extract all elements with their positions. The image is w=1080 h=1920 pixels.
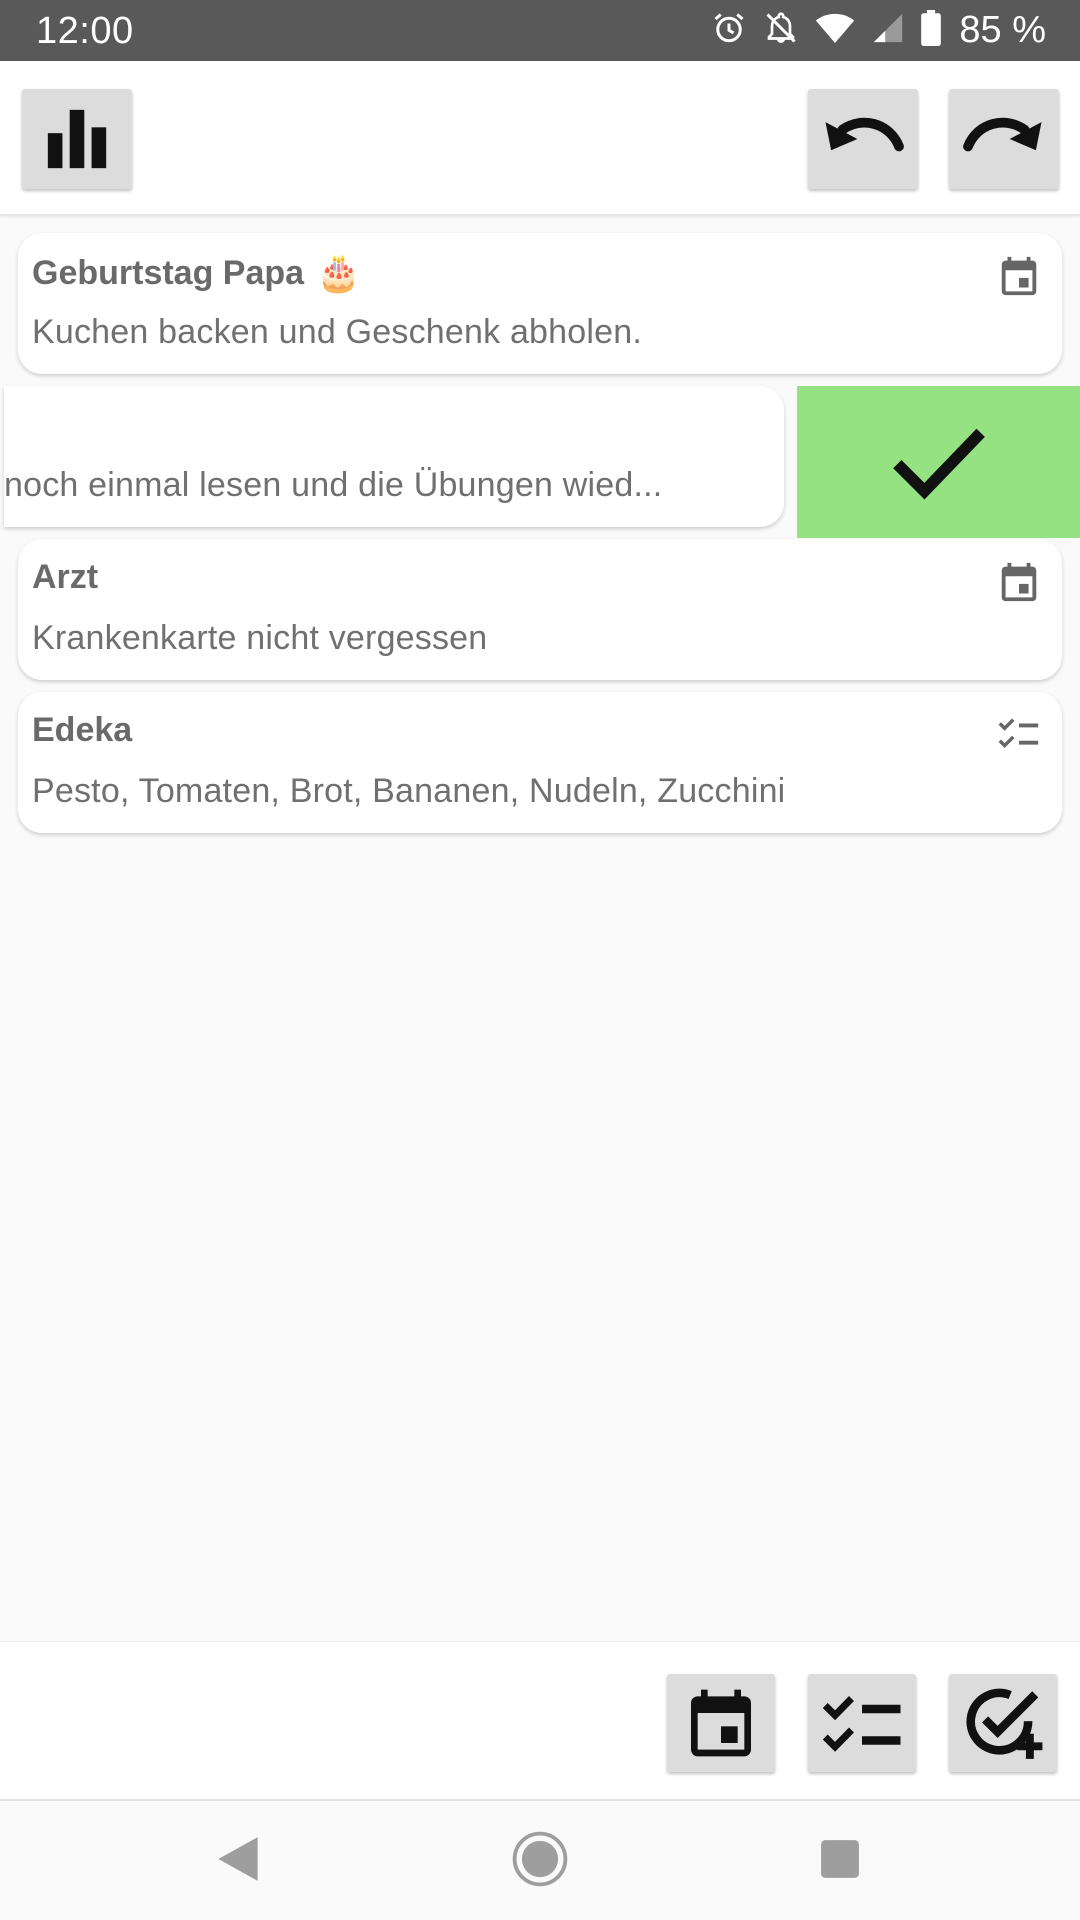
status-bar: 12:00 85 % — [0, 0, 1080, 61]
task-title: Geburtstag Papa 🎂 — [32, 252, 361, 293]
alarm-icon — [711, 10, 747, 51]
status-time: 12:00 — [36, 10, 134, 52]
battery-icon — [921, 9, 942, 51]
wifi-icon — [815, 11, 855, 50]
task-description: noch einmal lesen und die Übungen wied..… — [4, 466, 663, 504]
status-icons: 85 % — [711, 8, 1046, 51]
home-button[interactable] — [510, 1829, 570, 1889]
add-list-button[interactable] — [808, 1674, 916, 1772]
calendar-event-icon — [691, 1689, 751, 1757]
redo-button[interactable] — [949, 89, 1059, 189]
task-description: Kuchen backen und Geschenk abholen. — [32, 313, 643, 351]
undo-button[interactable] — [808, 89, 918, 189]
task-card-swiped[interactable]: noch einmal lesen und die Übungen wied..… — [4, 386, 784, 527]
checklist-icon — [822, 1696, 901, 1752]
recents-icon — [821, 1840, 859, 1878]
checklist-icon — [998, 718, 1039, 748]
back-icon — [218, 1837, 258, 1881]
add-task-button[interactable] — [949, 1674, 1057, 1772]
task-card[interactable]: Arzt Krankenkarte nicht vergessen — [18, 539, 1062, 680]
redo-icon — [963, 117, 1042, 152]
task-title: Arzt — [32, 558, 99, 596]
birthday-cake-icon: 🎂 — [316, 252, 361, 293]
checkmark-icon — [892, 428, 985, 500]
home-icon — [512, 1831, 568, 1887]
notifications-off-icon — [763, 10, 799, 51]
navigation-bar — [0, 1799, 1080, 1920]
task-card[interactable]: Geburtstag Papa 🎂 Kuchen backen und Gesc… — [18, 233, 1062, 374]
signal-icon — [871, 11, 905, 50]
task-card[interactable]: Edeka Pesto, Tomaten, Brot, Bananen, Nud… — [18, 692, 1062, 833]
battery-percentage: 85 % — [959, 8, 1046, 51]
calendar-icon — [1001, 256, 1037, 296]
bar-chart-icon — [47, 109, 107, 169]
add-task-icon — [966, 1688, 1043, 1759]
add-event-button[interactable] — [667, 1674, 775, 1772]
bottom-toolbar — [0, 1641, 1080, 1799]
mark-done-action[interactable] — [797, 386, 1080, 538]
calendar-icon — [1001, 562, 1037, 602]
task-description: Pesto, Tomaten, Brot, Bananen, Nudeln, Z… — [32, 772, 786, 810]
task-title: Edeka — [32, 711, 133, 749]
statistics-button[interactable] — [22, 89, 132, 189]
task-description: Krankenkarte nicht vergessen — [32, 619, 488, 657]
top-toolbar — [0, 61, 1080, 216]
back-button[interactable] — [208, 1829, 268, 1889]
undo-icon — [825, 117, 904, 152]
recents-button[interactable] — [810, 1829, 870, 1889]
